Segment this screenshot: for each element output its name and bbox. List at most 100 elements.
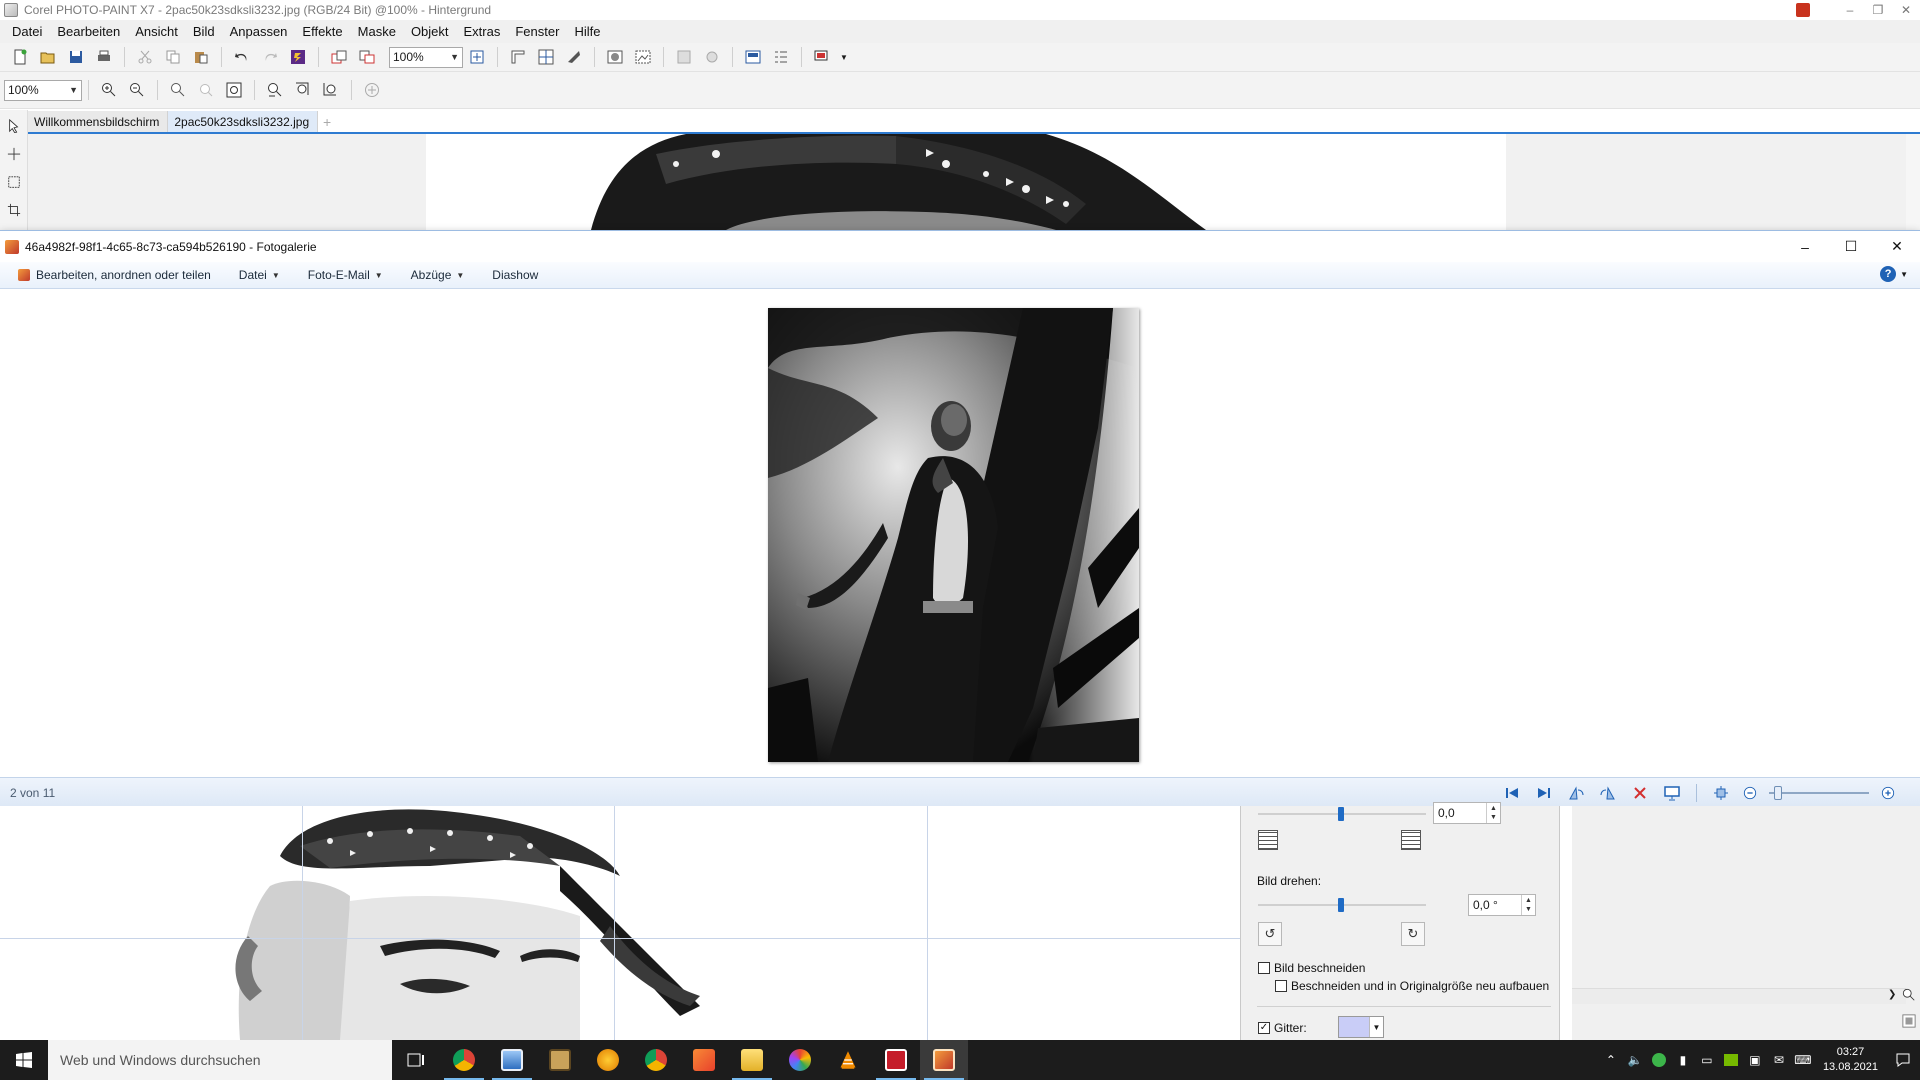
menu-effekte[interactable]: Effekte	[296, 24, 351, 39]
welcome-screen-icon[interactable]	[742, 46, 764, 68]
zoom-in-icon[interactable]	[98, 79, 120, 101]
menu-datei[interactable]: Datei	[6, 24, 51, 39]
import-icon[interactable]	[328, 46, 350, 68]
menu-hilfe[interactable]: Hilfe	[568, 24, 609, 39]
zoom-page-icon[interactable]	[320, 79, 342, 101]
menu-ansicht[interactable]: Ansicht	[129, 24, 187, 39]
snap-icon[interactable]	[563, 46, 585, 68]
pick-tool-icon[interactable]	[4, 116, 24, 136]
zoom-icon[interactable]	[1902, 988, 1916, 1005]
menu-bearbeiten[interactable]: Bearbeiten	[51, 24, 129, 39]
gallery-minimize-button[interactable]: –	[1782, 231, 1828, 262]
slideshow-icon[interactable]	[1661, 782, 1683, 804]
export-icon[interactable]	[356, 46, 378, 68]
navigator-icon[interactable]	[1902, 1014, 1916, 1031]
zoom-slider-thumb[interactable]	[1774, 786, 1782, 800]
user-account-icon[interactable]	[1796, 2, 1810, 17]
zoom-100-icon[interactable]	[167, 79, 189, 101]
menu-fenster[interactable]: Fenster	[509, 24, 568, 39]
new-tab-icon[interactable]: +	[318, 111, 336, 132]
grid-checkbox[interactable]: ✓ Gitter:	[1258, 1021, 1307, 1035]
message-icon[interactable]: ✉	[1769, 1040, 1789, 1080]
volume-icon[interactable]: 🔈	[1625, 1040, 1645, 1080]
camera-app-icon[interactable]	[536, 1040, 584, 1080]
options-icon[interactable]	[770, 46, 792, 68]
zoom-slider[interactable]	[1769, 784, 1869, 802]
security-icon[interactable]	[1649, 1040, 1669, 1080]
rectangle-mask-tool-icon[interactable]	[4, 172, 24, 192]
edit-organize-share-button[interactable]: Bearbeiten, anordnen oder teilen	[18, 268, 211, 282]
previous-icon[interactable]	[1501, 782, 1523, 804]
menu-extras[interactable]: Extras	[458, 24, 510, 39]
chrome-icon[interactable]	[440, 1040, 488, 1080]
save-icon[interactable]	[65, 46, 87, 68]
photo-email-button[interactable]: Foto-E-Mail ▼	[308, 268, 383, 282]
print-icon[interactable]	[93, 46, 115, 68]
slider-thumb[interactable]	[1338, 898, 1344, 912]
task-view-icon[interactable]	[392, 1040, 440, 1080]
top-spinbox[interactable]: 0,0 ▲ ▼	[1433, 802, 1501, 824]
audio-app-icon[interactable]	[584, 1040, 632, 1080]
help-button[interactable]: ? ▼	[1880, 266, 1908, 282]
media-app-icon[interactable]	[872, 1040, 920, 1080]
tab-welcome-screen[interactable]: Willkommensbildschirm	[28, 111, 169, 132]
close-button[interactable]: ✕	[1892, 3, 1920, 17]
battery-icon[interactable]: ▭	[1697, 1040, 1717, 1080]
nvidia-icon[interactable]	[1721, 1040, 1741, 1080]
rotate-spinbox[interactable]: 0,0 ° ▲ ▼	[1468, 894, 1536, 916]
rulers-icon[interactable]	[507, 46, 529, 68]
paste-icon[interactable]	[190, 46, 212, 68]
next-icon[interactable]	[1533, 782, 1555, 804]
slider-thumb[interactable]	[1338, 807, 1344, 821]
picasa-icon[interactable]	[776, 1040, 824, 1080]
chevron-right-icon[interactable]: ❯	[1888, 989, 1896, 1000]
photo-gallery-taskbar-icon[interactable]	[920, 1040, 968, 1080]
delete-icon[interactable]	[1629, 782, 1651, 804]
zoom-out-icon[interactable]	[1739, 782, 1761, 804]
undo-icon[interactable]	[231, 46, 253, 68]
docker-horizontal-scrollbar[interactable]	[1572, 988, 1906, 1004]
add-toolbar-icon[interactable]	[361, 79, 383, 101]
slideshow-button[interactable]: Diashow	[492, 268, 538, 282]
vertical-guideline[interactable]	[302, 806, 303, 1040]
checkbox-box[interactable]	[1258, 962, 1270, 974]
zoom-selection-icon[interactable]	[195, 79, 217, 101]
zoom-width-icon[interactable]	[264, 79, 286, 101]
object-marquee-icon[interactable]	[673, 46, 695, 68]
taskbar-clock[interactable]: 03:27 13.08.2021	[1823, 1045, 1878, 1075]
show-marquee-icon[interactable]	[632, 46, 654, 68]
network-icon[interactable]: ▮	[1673, 1040, 1693, 1080]
gallery-maximize-button[interactable]: ☐	[1828, 231, 1874, 262]
swift-icon[interactable]	[680, 1040, 728, 1080]
corel-connect-icon[interactable]	[287, 46, 309, 68]
rotate-right-icon[interactable]	[1597, 782, 1619, 804]
start-button[interactable]	[0, 1040, 48, 1080]
rotate-slider[interactable]	[1258, 898, 1426, 912]
full-screen-icon[interactable]	[466, 46, 488, 68]
display-icon[interactable]: ▣	[1745, 1040, 1765, 1080]
copy-icon[interactable]	[162, 46, 184, 68]
vertical-guideline[interactable]	[614, 806, 615, 1040]
object-lock-icon[interactable]	[701, 46, 723, 68]
displayed-photo[interactable]	[768, 308, 1139, 762]
crop-image-checkbox[interactable]: Bild beschneiden	[1258, 961, 1365, 975]
top-slider[interactable]	[1258, 807, 1426, 821]
spin-arrows-icon[interactable]: ▲ ▼	[1486, 803, 1500, 823]
vertical-scrollbar[interactable]	[1906, 134, 1920, 230]
fit-to-window-icon[interactable]	[1710, 782, 1732, 804]
tab-image-document[interactable]: 2pac50k23sdksli3232.jpg	[168, 111, 319, 132]
launcher-icon[interactable]	[811, 46, 833, 68]
zoom-height-icon[interactable]	[292, 79, 314, 101]
checkbox-box[interactable]	[1275, 980, 1287, 992]
menu-anpassen[interactable]: Anpassen	[224, 24, 297, 39]
chevron-down-icon[interactable]: ▼	[839, 46, 849, 68]
cut-icon[interactable]	[134, 46, 156, 68]
mask-overlay-icon[interactable]	[604, 46, 626, 68]
menu-objekt[interactable]: Objekt	[405, 24, 458, 39]
rotate-left-icon[interactable]	[1565, 782, 1587, 804]
crop-rebuild-checkbox[interactable]: Beschneiden und in Originalgröße neu auf…	[1275, 979, 1549, 993]
open-file-icon[interactable]	[37, 46, 59, 68]
chevron-up-icon[interactable]: ⌃	[1601, 1040, 1621, 1080]
menu-maske[interactable]: Maske	[352, 24, 405, 39]
crop-tool-icon[interactable]	[4, 200, 24, 220]
